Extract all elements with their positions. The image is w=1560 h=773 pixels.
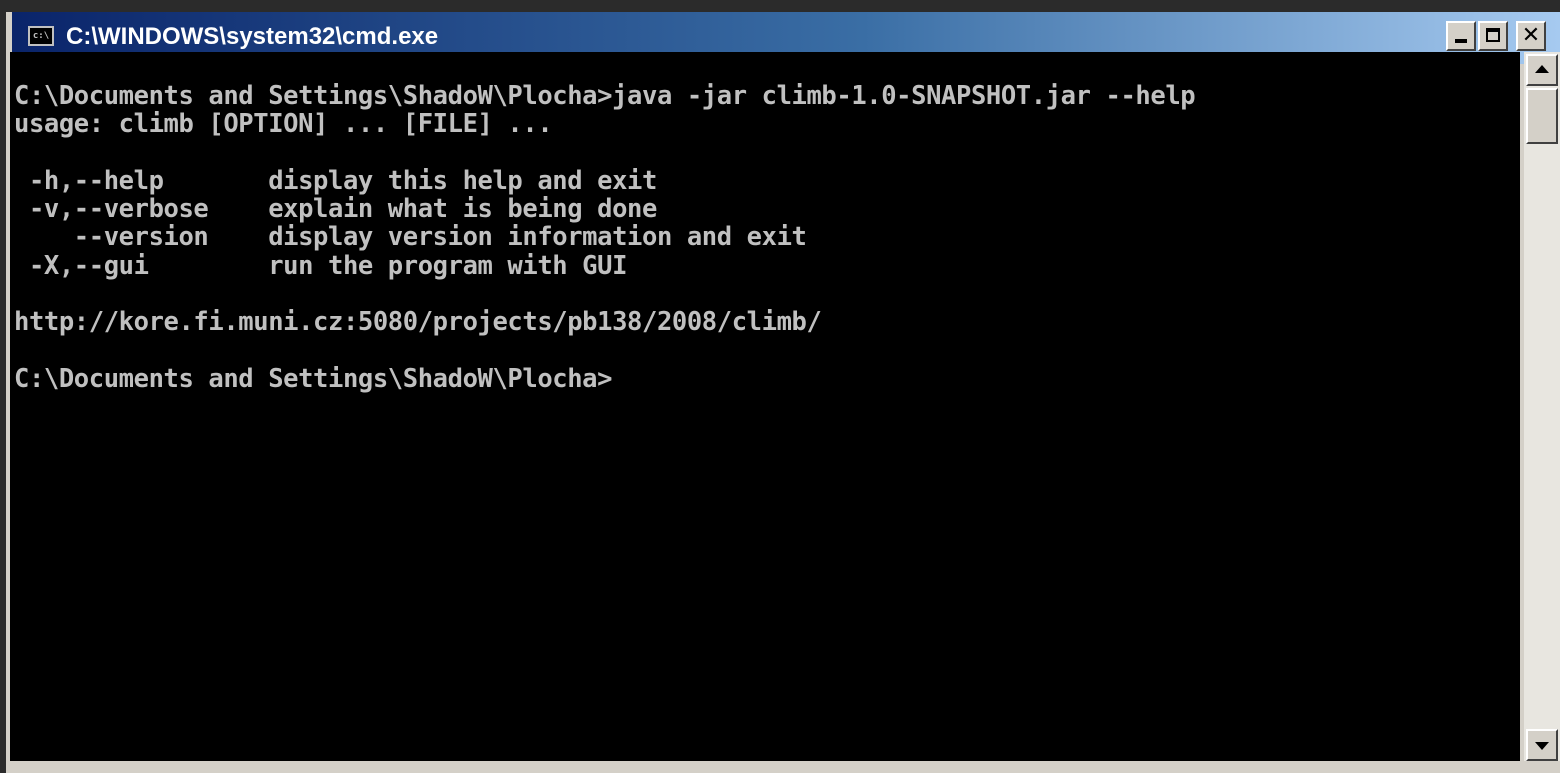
minimize-icon: [1455, 39, 1467, 43]
scroll-down-button[interactable]: [1526, 729, 1558, 761]
close-icon: ✕: [1521, 23, 1541, 48]
maximize-button[interactable]: [1478, 21, 1508, 51]
console-icon[interactable]: c:\: [28, 26, 54, 46]
console-line: http://kore.fi.muni.cz:5080/projects/pb1…: [14, 307, 822, 338]
arrow-up-icon: [1535, 65, 1549, 73]
window-title: C:\WINDOWS\system32\cmd.exe: [66, 23, 439, 50]
console-line: C:\Documents and Settings\ShadoW\Plocha>: [14, 363, 613, 394]
console-line: -h,--help display this help and exit: [14, 165, 657, 196]
console-line: -X,--gui run the program with GUI: [14, 250, 628, 281]
console-area[interactable]: C:\Documents and Settings\ShadoW\Plocha>…: [10, 52, 1520, 761]
console-line: --version display version information an…: [14, 222, 807, 253]
console-output: C:\Documents and Settings\ShadoW\Plocha>…: [14, 81, 1196, 394]
console-line: usage: climb [OPTION] ... [FILE] ...: [14, 109, 553, 140]
console-line: -v,--verbose explain what is being done: [14, 194, 657, 225]
maximize-icon: [1486, 28, 1500, 42]
scroll-up-button[interactable]: [1526, 54, 1558, 86]
close-button[interactable]: ✕: [1516, 21, 1546, 51]
arrow-down-icon: [1535, 742, 1549, 750]
console-line: C:\Documents and Settings\ShadoW\Plocha>…: [14, 81, 1196, 111]
minimize-button[interactable]: [1446, 21, 1476, 51]
scrollbar-thumb[interactable]: [1526, 88, 1558, 144]
vertical-scrollbar[interactable]: [1524, 52, 1560, 761]
